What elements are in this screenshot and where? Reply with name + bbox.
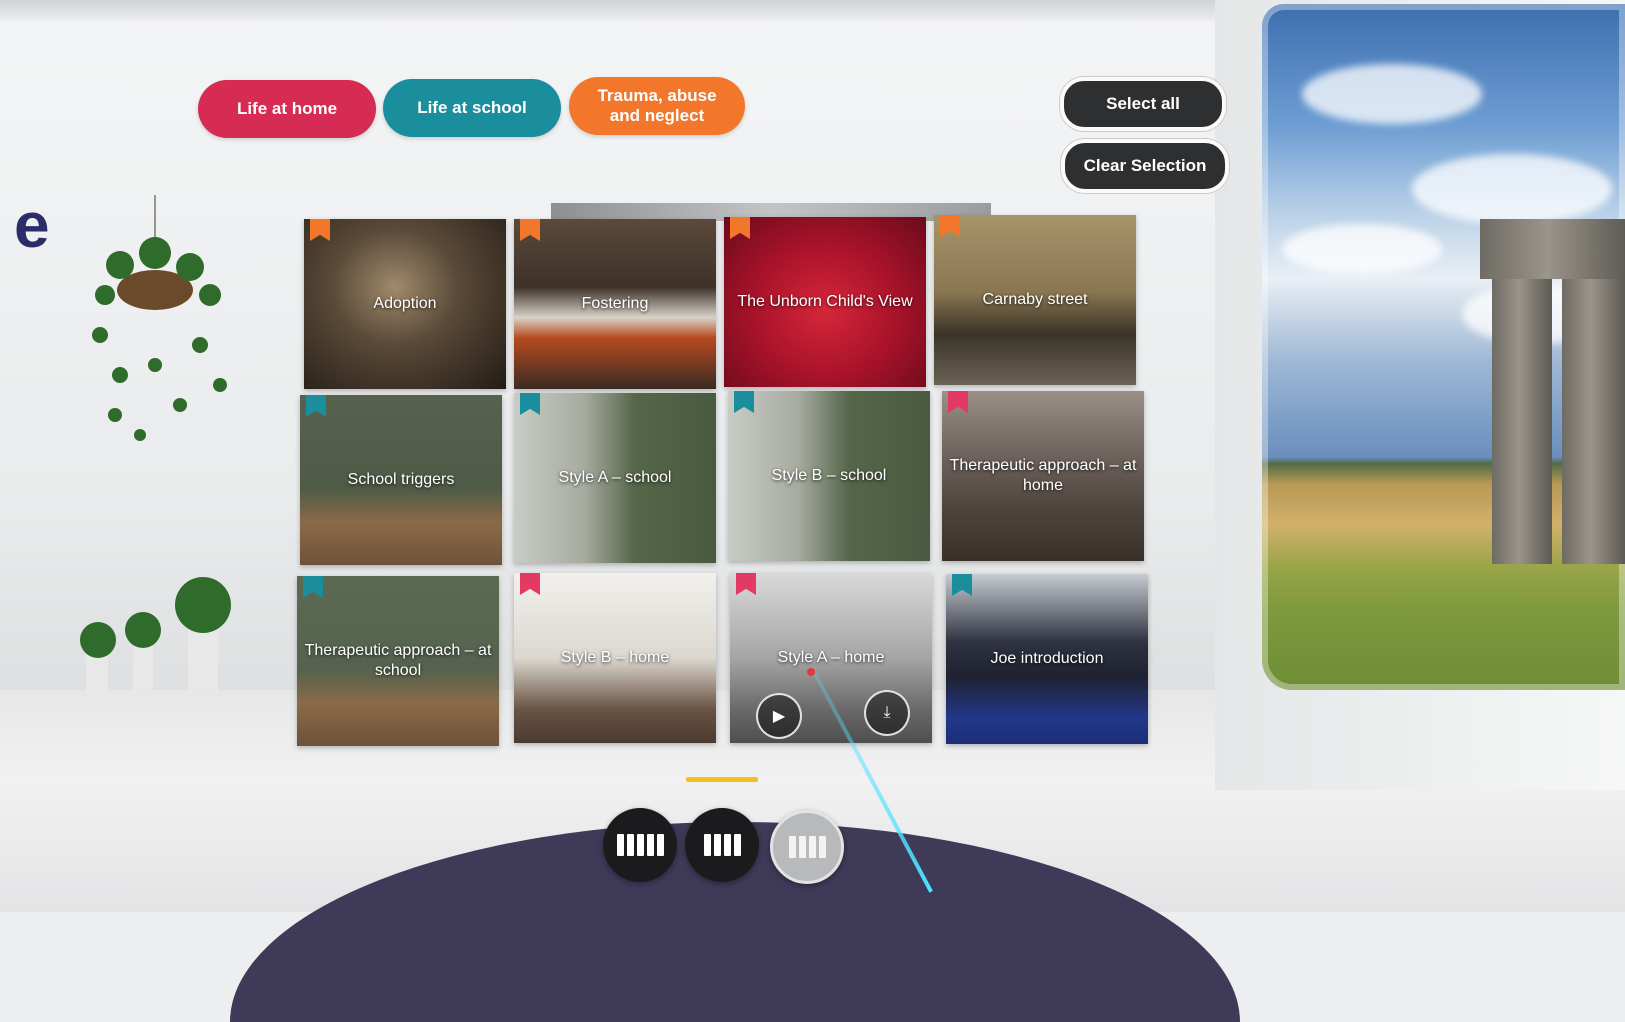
- play-icon[interactable]: ▶: [756, 693, 802, 739]
- wall-logo-letter: e: [14, 189, 50, 261]
- video-tile[interactable]: School triggers: [300, 395, 502, 565]
- pointer-dot: [807, 668, 815, 676]
- tile-title: Style A – school: [558, 469, 672, 486]
- download-icon[interactable]: ⤓: [864, 690, 910, 736]
- category-life-at-school-button[interactable]: Life at school: [383, 79, 561, 137]
- video-tile[interactable]: Style B – school: [728, 391, 930, 561]
- landscape-window: [1262, 4, 1625, 690]
- video-tile[interactable]: Carnaby street: [934, 215, 1136, 385]
- category-trauma-button[interactable]: Trauma, abuse and neglect: [569, 77, 745, 135]
- tile-title: Carnaby street: [982, 291, 1088, 308]
- tile-title: The Unborn Child's View: [737, 293, 913, 310]
- floor-plants: [80, 577, 231, 705]
- page-indicator: [686, 777, 758, 782]
- tile-title: Style B – school: [771, 467, 887, 484]
- video-tile[interactable]: Therapeutic approach – at school: [297, 576, 499, 746]
- select-all-button[interactable]: Select all: [1060, 77, 1226, 131]
- tile-title: Therapeutic approach – at school: [304, 642, 492, 679]
- five-column-icon: [616, 834, 664, 856]
- grid-layout-button[interactable]: [770, 810, 844, 884]
- video-tile[interactable]: Therapeutic approach – at home: [942, 391, 1144, 561]
- tile-title: Therapeutic approach – at home: [949, 457, 1137, 494]
- five-column-layout-button[interactable]: [603, 808, 677, 882]
- tile-title: Style B – home: [560, 649, 670, 666]
- four-column-icon: [703, 834, 741, 856]
- clear-selection-button[interactable]: Clear Selection: [1061, 139, 1229, 193]
- tile-title: Adoption: [373, 295, 437, 312]
- tile-title: Joe introduction: [990, 650, 1104, 667]
- video-tile[interactable]: Joe introduction: [946, 574, 1148, 744]
- video-tile[interactable]: Fostering: [514, 219, 716, 389]
- tile-title: Fostering: [581, 295, 649, 312]
- video-tile[interactable]: Style A – home ▶ ⤓: [730, 573, 932, 743]
- four-column-layout-button[interactable]: [685, 808, 759, 882]
- grid-icon: [788, 836, 826, 858]
- tile-title: School triggers: [347, 471, 455, 488]
- video-tile[interactable]: Style B – home: [514, 573, 716, 743]
- category-life-at-home-button[interactable]: Life at home: [198, 80, 376, 138]
- video-tile[interactable]: Adoption: [304, 219, 506, 389]
- video-tile[interactable]: Style A – school: [514, 393, 716, 563]
- video-tile[interactable]: The Unborn Child's View: [724, 217, 926, 387]
- hanging-plant: [92, 195, 227, 441]
